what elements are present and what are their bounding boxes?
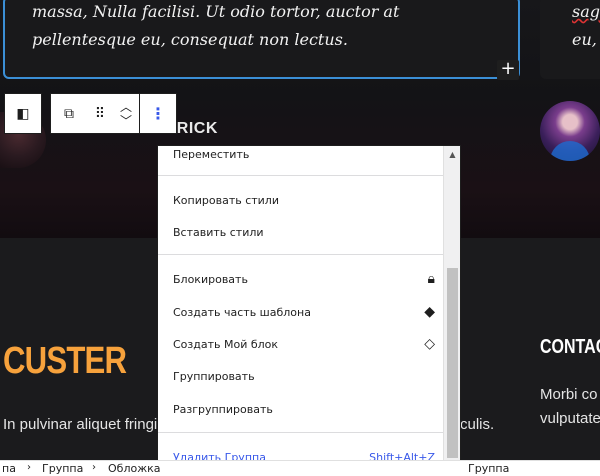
contact-heading[interactable]: CONTACT (540, 336, 600, 359)
menu-item-copy-styles[interactable]: Копировать стили (173, 186, 435, 214)
lock-icon: 🔒︎ (427, 271, 435, 287)
drag-handle[interactable]: ⠿ (87, 94, 113, 133)
menu-item-label: Копировать стили (173, 193, 279, 207)
contact-line2: vulputate. (540, 410, 600, 427)
parent-selector-group: ◧ (4, 93, 42, 134)
menu-item-label: Группировать (173, 369, 255, 383)
menu-item-move[interactable]: Переместить (173, 146, 435, 168)
scroll-up-icon[interactable]: ▲ (444, 146, 460, 163)
menu-scrollbar[interactable]: ▲ ▼ (443, 146, 460, 475)
options-menu-button[interactable]: ⋮ (140, 94, 176, 133)
chevron-right-icon: › (92, 462, 96, 473)
block-transform-button[interactable]: ⧉ (51, 94, 87, 133)
scrollbar-thumb[interactable] (447, 268, 458, 458)
chevron-up-icon[interactable]: ︿ (120, 100, 132, 114)
quote-text-right: sag eu, (572, 0, 600, 54)
breadcrumb-item[interactable]: Группа (42, 462, 83, 475)
menu-item-label: Создать Мой блок (173, 337, 279, 351)
chevron-down-icon[interactable]: ﹀ (120, 114, 132, 128)
quote-text[interactable]: massa, Nulla facilisi. Ut odio tortor, a… (32, 0, 502, 54)
contact-text[interactable]: Morbi co vulputate. (540, 383, 600, 431)
menu-item-ungroup[interactable]: Разгруппировать (173, 395, 435, 423)
breadcrumb-item[interactable]: па (2, 462, 16, 475)
menu-item-lock[interactable]: Блокировать 🔒︎ (173, 265, 435, 293)
menu-item-label: Блокировать (173, 272, 248, 286)
menu-item-label: Разгруппировать (173, 402, 273, 416)
quote-right-line1: sag (572, 2, 600, 21)
menu-item-label: Вставить стили (173, 225, 264, 239)
menu-separator (158, 175, 443, 176)
block-mover: ︿ ﹀ (113, 94, 139, 133)
brand-heading[interactable]: CUSTER (3, 340, 127, 383)
menu-item-create-reusable-block[interactable]: Создать Мой блок ◇ (173, 330, 435, 358)
breadcrumb: па › Группа › Обложка Группа (0, 460, 600, 476)
block-options-menu: Переместить Копировать стили Вставить ст… (157, 145, 461, 476)
breadcrumb-item[interactable]: Обложка (108, 462, 161, 475)
duplicate-icon: ⧉ (64, 105, 74, 122)
quote-right-line2: eu, (572, 30, 597, 49)
menu-item-group[interactable]: Группировать (173, 362, 435, 390)
template-part-icon: ◆ (424, 304, 435, 320)
block-controls-group: ⧉ ⠿ ︿ ﹀ ⋮ (50, 93, 177, 134)
footer-paragraph[interactable]: In pulvinar aliquet fringi (3, 416, 158, 433)
add-block-button[interactable]: + (497, 60, 519, 80)
columns-icon: ◧ (16, 105, 30, 122)
menu-separator (158, 254, 443, 255)
menu-item-label: Переместить (173, 147, 250, 161)
menu-item-label: Создать часть шаблона (173, 305, 311, 319)
menu-separator (158, 432, 443, 433)
drag-handle-icon: ⠿ (94, 105, 106, 122)
vertical-ellipsis-icon: ⋮ (150, 104, 166, 123)
select-parent-button[interactable]: ◧ (5, 94, 41, 133)
avatar (540, 101, 600, 161)
menu-item-paste-styles[interactable]: Вставить стили (173, 218, 435, 246)
chevron-right-icon: › (27, 462, 31, 473)
menu-item-create-template-part[interactable]: Создать часть шаблона ◆ (173, 298, 435, 326)
block-toolbar: ◧ ⧉ ⠿ ︿ ﹀ ⋮ (4, 93, 177, 134)
footer-paragraph-end: culis. (460, 416, 495, 433)
reusable-block-icon: ◇ (424, 336, 435, 352)
contact-line1: Morbi co (540, 386, 598, 403)
breadcrumb-item[interactable]: Группа (468, 462, 509, 475)
